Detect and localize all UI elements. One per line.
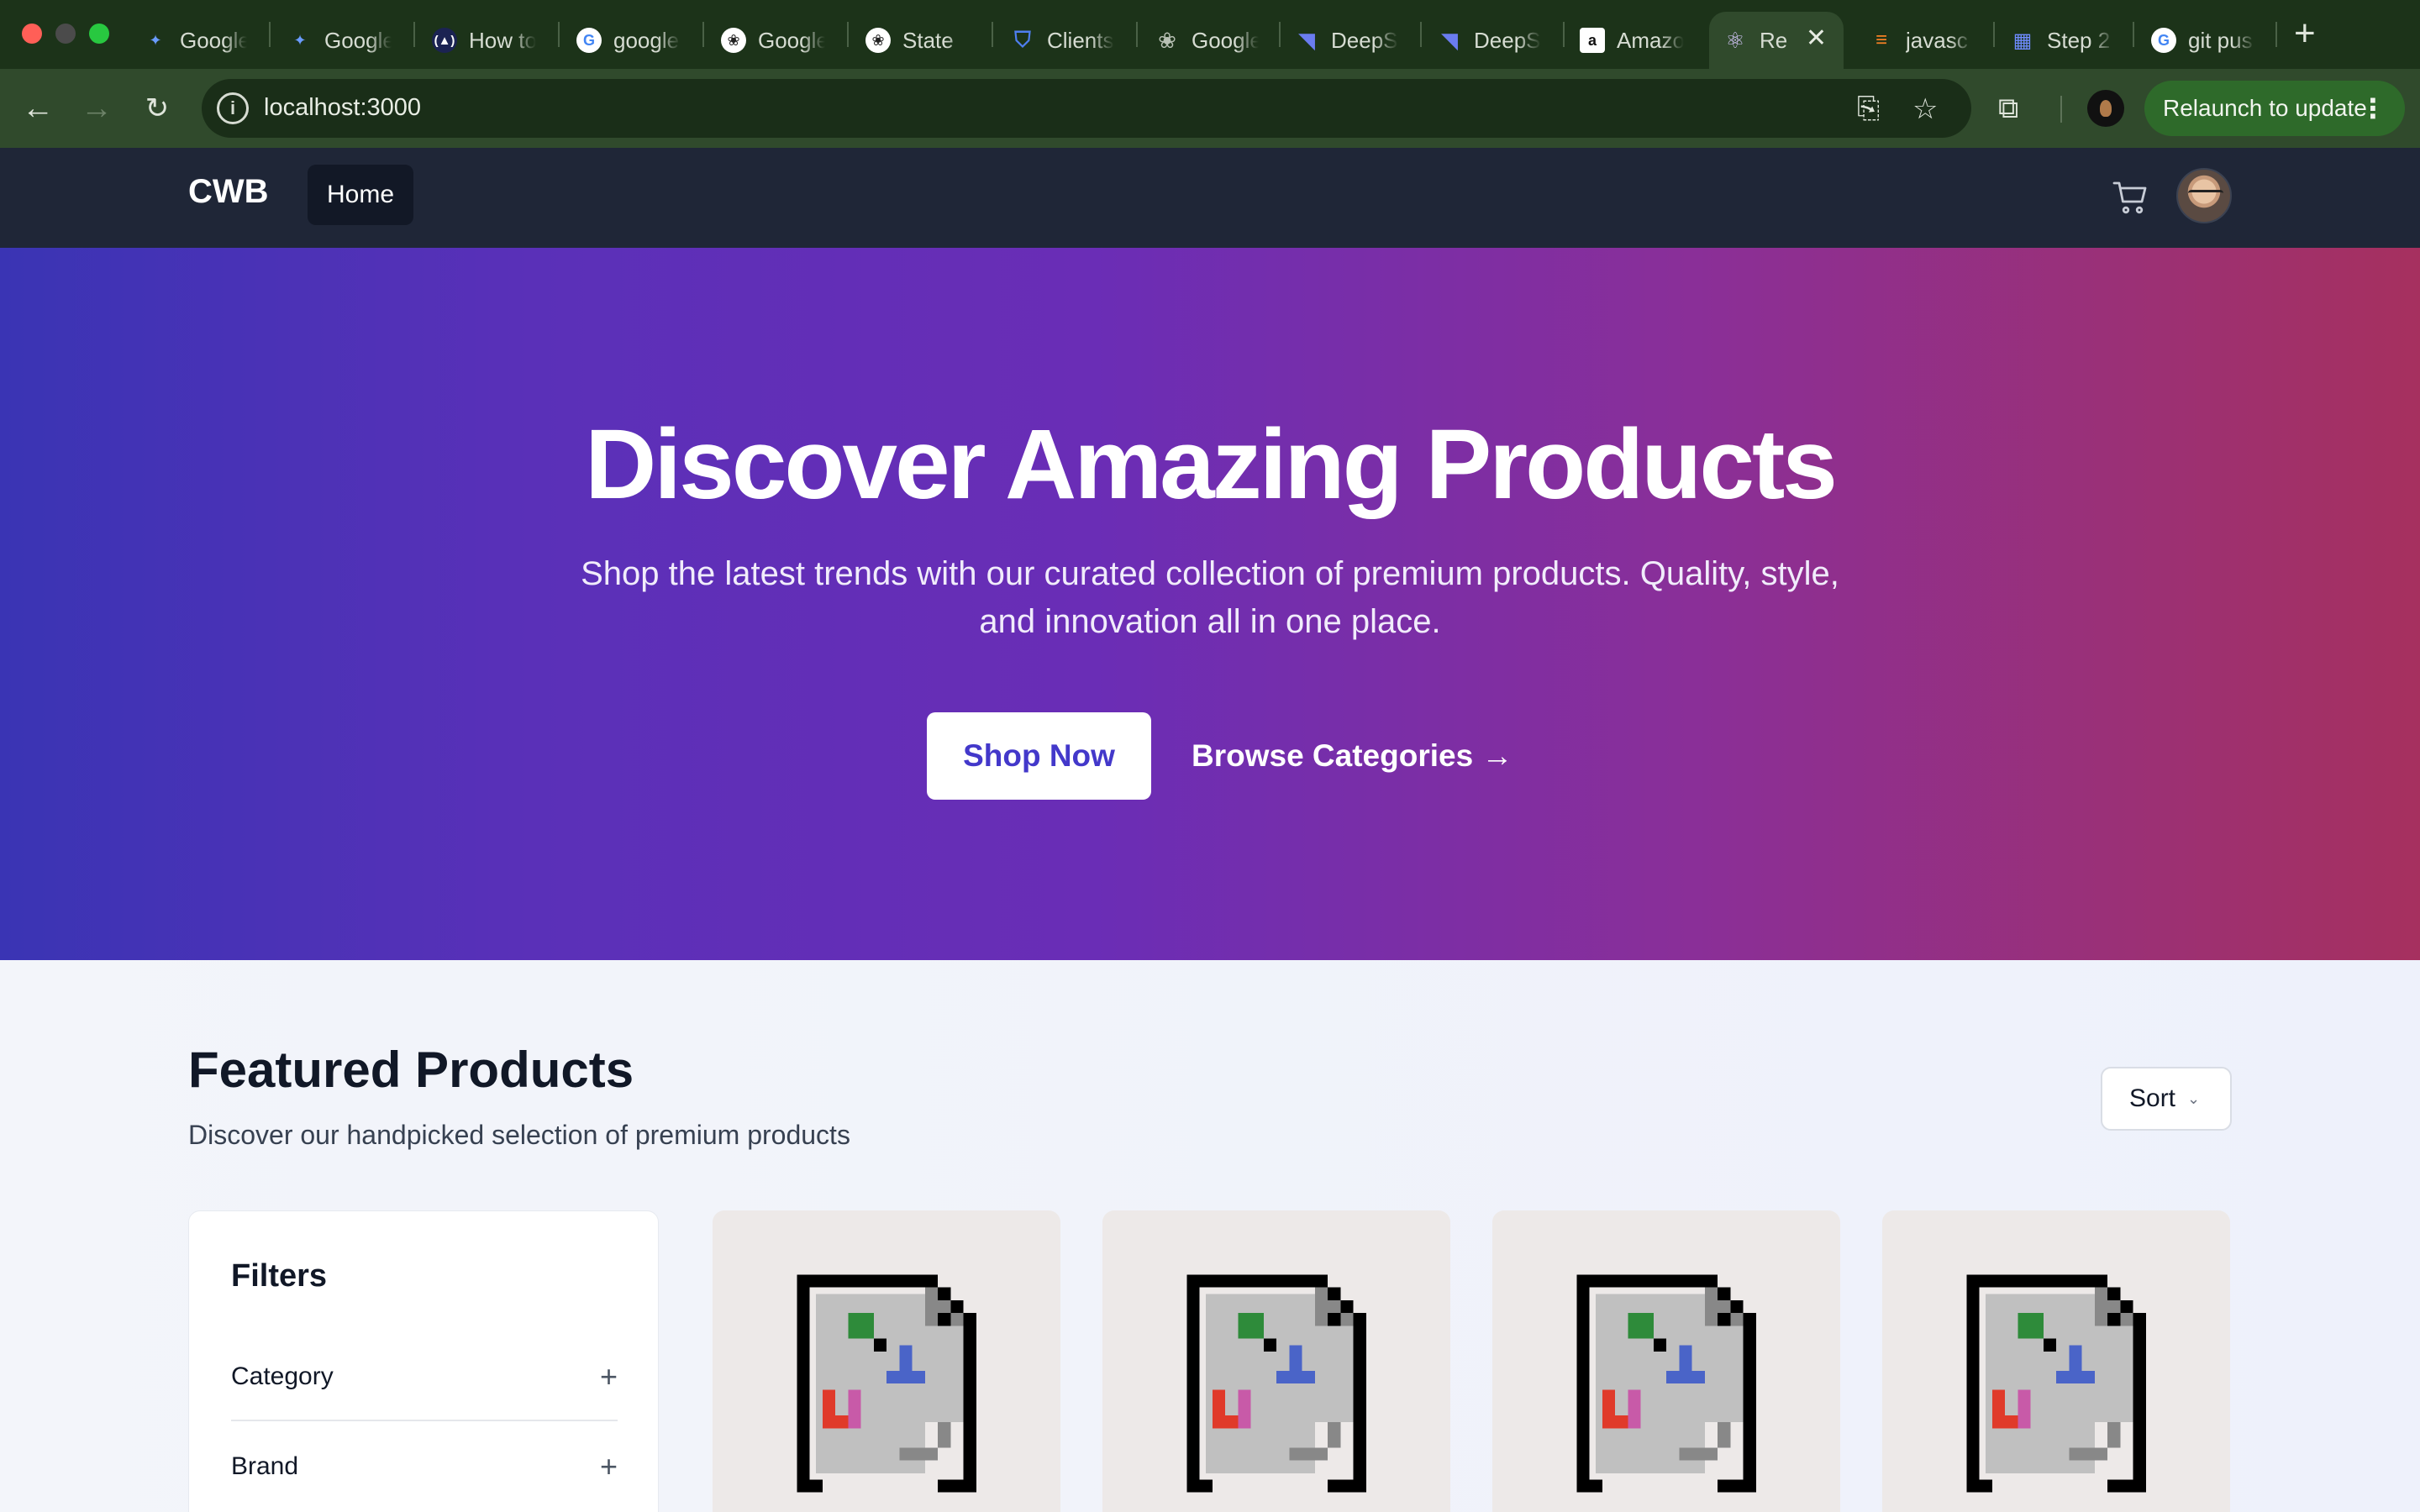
- install-app-icon[interactable]: ⎘: [1857, 92, 1880, 125]
- browser-tab[interactable]: a Amazo: [1580, 12, 1684, 69]
- tab-separator: [702, 22, 704, 47]
- tab-separator: [1993, 22, 1995, 47]
- broken-image-icon: [1186, 1274, 1366, 1493]
- tab-separator: [2275, 22, 2277, 47]
- brand-logo[interactable]: CWB: [188, 173, 269, 211]
- broken-image-icon: [1576, 1274, 1756, 1493]
- openai-icon: ❀: [721, 28, 746, 53]
- browser-tab[interactable]: ❀ Google: [721, 12, 825, 69]
- maximize-window-button[interactable]: [89, 24, 109, 44]
- browser-tab[interactable]: G google: [576, 12, 681, 69]
- tab-separator: [269, 22, 271, 47]
- cart-icon[interactable]: [2111, 178, 2151, 218]
- featured-products-section: Featured Products Discover our handpicke…: [0, 960, 2420, 1512]
- tab-separator: [413, 22, 415, 47]
- tab-separator: [1279, 22, 1281, 47]
- tab-separator: [558, 22, 560, 47]
- chevron-down-icon: ⌄: [2187, 1089, 2201, 1107]
- browser-tab[interactable]: ◥ DeepS: [1437, 12, 1541, 69]
- deepseek-icon: ◥: [1441, 27, 1458, 53]
- gift-icon: ▦: [2012, 29, 2033, 52]
- browser-tab[interactable]: (▲) How to: [432, 12, 536, 69]
- gemini-icon: ✦: [149, 31, 162, 49]
- tab-separator: [2133, 22, 2134, 47]
- featured-title: Featured Products: [188, 1042, 634, 1098]
- expand-plus-icon[interactable]: +: [600, 1359, 618, 1394]
- forward-arrow-icon[interactable]: →: [76, 87, 118, 129]
- address-bar[interactable]: i localhost:3000 ⎘ ☆: [202, 79, 1971, 138]
- close-tab-icon[interactable]: ✕: [1806, 24, 1827, 53]
- google-icon: G: [2151, 28, 2176, 53]
- filter-group-category[interactable]: Category +: [231, 1334, 618, 1421]
- shield-icon: ⛉: [1014, 27, 1031, 52]
- tab-search-icon[interactable]: ⧉: [1998, 92, 2018, 125]
- browser-tab-strip: ✦ Google ✦ Google (▲) How to G google ❀ …: [0, 0, 2420, 69]
- browser-tab[interactable]: ✦ Google: [287, 12, 392, 69]
- browser-tab[interactable]: ◥ DeepS: [1294, 12, 1398, 69]
- product-card[interactable]: [1102, 1210, 1450, 1512]
- sort-dropdown[interactable]: Sort ⌄: [2101, 1067, 2232, 1131]
- gemini-icon: ✦: [293, 31, 307, 49]
- browser-tab[interactable]: ✦ Google: [143, 12, 247, 69]
- tab-separator: [992, 22, 993, 47]
- browser-tab[interactable]: G git pus: [2151, 12, 2255, 69]
- broken-image-icon: [1966, 1274, 2146, 1493]
- back-arrow-icon[interactable]: ←: [17, 87, 59, 129]
- shop-now-button[interactable]: Shop Now: [927, 712, 1151, 800]
- relaunch-button[interactable]: Relaunch to update ⋮: [2144, 81, 2405, 136]
- deepseek-icon: ◥: [1298, 27, 1315, 53]
- browser-tab[interactable]: ⛉ Clients: [1010, 12, 1114, 69]
- filters-panel: Filters Category + Brand +: [188, 1210, 659, 1512]
- browser-tab-active[interactable]: ⚛ Re ✕: [1709, 12, 1844, 69]
- browser-toolbar: ← → ↻ i localhost:3000 ⎘ ☆ ⧉ Relaunch to…: [0, 69, 2420, 148]
- close-window-button[interactable]: [22, 24, 42, 44]
- tab-separator: [1136, 22, 1138, 47]
- nav-home-link[interactable]: Home: [308, 165, 413, 225]
- browser-tab[interactable]: ❀ State: [865, 12, 970, 69]
- stackoverflow-icon: ≡: [1875, 29, 1887, 51]
- tab-separator: [1420, 22, 1422, 47]
- reload-icon[interactable]: ↻: [136, 87, 178, 129]
- product-card[interactable]: [1492, 1210, 1840, 1512]
- product-card[interactable]: [713, 1210, 1060, 1512]
- broken-image-icon: [797, 1274, 976, 1493]
- react-icon: ⚛: [1725, 27, 1745, 53]
- toolbar-divider: [2060, 96, 2062, 123]
- browser-tab[interactable]: ▦ Step 2: [2010, 12, 2114, 69]
- browse-categories-link[interactable]: Browse Categories →: [1192, 712, 1512, 800]
- expand-plus-icon[interactable]: +: [600, 1449, 618, 1484]
- tab-separator: [1563, 22, 1565, 47]
- site-info-icon[interactable]: i: [217, 92, 249, 124]
- openai-icon: ❀: [1158, 27, 1176, 53]
- browser-tab[interactable]: ≡ javasc: [1869, 12, 1973, 69]
- hero-title: Discover Amazing Products: [585, 409, 1838, 520]
- extension-icon[interactable]: [2087, 90, 2124, 127]
- vercel-icon: (▲): [432, 28, 457, 53]
- hero-banner: Discover Amazing Products Shop the lates…: [0, 248, 2420, 960]
- tab-separator: [847, 22, 849, 47]
- more-menu-icon[interactable]: ⋮: [2360, 92, 2386, 124]
- amazon-icon: a: [1580, 28, 1605, 53]
- url-text[interactable]: localhost:3000: [264, 94, 421, 122]
- filters-title: Filters: [231, 1258, 328, 1294]
- hero-subtitle: Shop the latest trends with our curated …: [581, 555, 1839, 640]
- new-tab-button[interactable]: +: [2294, 15, 2316, 52]
- product-card[interactable]: [1882, 1210, 2230, 1512]
- user-avatar[interactable]: [2176, 168, 2232, 223]
- minimize-window-button[interactable]: [55, 24, 76, 44]
- filter-group-brand[interactable]: Brand +: [231, 1423, 618, 1510]
- browser-tab[interactable]: ❀ Google: [1155, 12, 1259, 69]
- google-icon: G: [576, 28, 602, 53]
- openai-icon: ❀: [865, 28, 891, 53]
- bookmark-star-icon[interactable]: ☆: [1912, 92, 1938, 126]
- site-header: CWB Home: [0, 148, 2420, 248]
- featured-subtitle: Discover our handpicked selection of pre…: [188, 1120, 850, 1150]
